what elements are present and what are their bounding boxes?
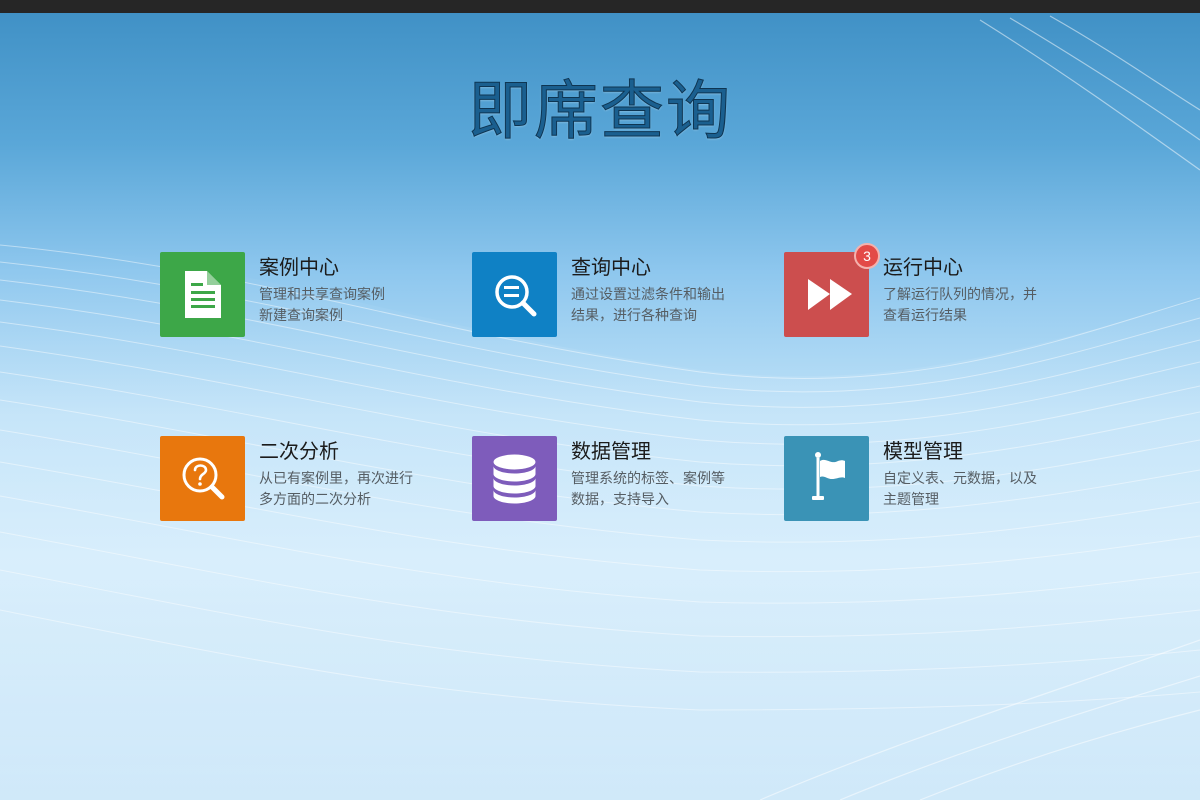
secondary-analysis-tile[interactable] bbox=[160, 436, 245, 521]
search-question-icon bbox=[182, 457, 225, 500]
card-description: 自定义表、元数据，以及 主题管理 bbox=[883, 469, 1063, 511]
card-description-line: 数据，支持导入 bbox=[571, 492, 669, 508]
page-title: 即席查询 bbox=[468, 75, 732, 150]
card-description-line: 查看运行结果 bbox=[883, 308, 967, 324]
notification-badge: 3 bbox=[854, 243, 880, 269]
card-description-line: 结果，进行各种查询 bbox=[571, 308, 697, 324]
search-list-icon bbox=[495, 275, 537, 317]
case-center-card[interactable]: 案例中心 管理和共享查询案例 新建查询案例 bbox=[160, 252, 450, 338]
database-icon bbox=[493, 454, 536, 504]
card-title: 二次分析 bbox=[259, 439, 339, 463]
card-description-line: 自定义表、元数据，以及 bbox=[883, 471, 1037, 487]
run-center-card[interactable]: 3 运行中心 了解运行队列的情况，并 查看运行结果 bbox=[784, 243, 1074, 338]
run-center-tile[interactable] bbox=[784, 252, 869, 337]
model-management-tile[interactable] bbox=[784, 436, 869, 521]
card-description: 管理系统的标签、案例等 数据，支持导入 bbox=[571, 469, 751, 511]
data-management-card[interactable]: 数据管理 管理系统的标签、案例等 数据，支持导入 bbox=[472, 436, 762, 522]
card-title: 数据管理 bbox=[571, 439, 651, 463]
card-title: 案例中心 bbox=[259, 255, 339, 279]
fast-forward-icon bbox=[808, 279, 852, 310]
card-description-line: 管理系统的标签、案例等 bbox=[571, 471, 725, 487]
card-description: 从已有案例里，再次进行 多方面的二次分析 bbox=[259, 469, 439, 511]
app-window: 即席查询 案例中心 管理和共享查询案例 新建查询案例 查询中心 通过设置过滤条件… bbox=[0, 0, 1200, 800]
case-center-tile[interactable] bbox=[160, 252, 245, 337]
model-management-card[interactable]: 模型管理 自定义表、元数据，以及 主题管理 bbox=[784, 436, 1074, 522]
card-description-line: 了解运行队列的情况，并 bbox=[883, 287, 1037, 303]
card-description-line: 新建查询案例 bbox=[259, 308, 343, 324]
secondary-analysis-card[interactable]: 二次分析 从已有案例里，再次进行 多方面的二次分析 bbox=[160, 436, 450, 522]
card-title: 查询中心 bbox=[571, 255, 651, 279]
card-title: 模型管理 bbox=[883, 439, 963, 463]
card-title: 运行中心 bbox=[883, 255, 963, 279]
card-description-line: 从已有案例里，再次进行 bbox=[259, 471, 413, 487]
query-center-tile[interactable] bbox=[472, 252, 557, 337]
card-description: 了解运行队列的情况，并 查看运行结果 bbox=[883, 285, 1063, 327]
document-icon bbox=[185, 271, 221, 318]
card-description-line: 多方面的二次分析 bbox=[259, 492, 371, 508]
query-center-card[interactable]: 查询中心 通过设置过滤条件和输出 结果，进行各种查询 bbox=[472, 252, 762, 338]
card-description: 管理和共享查询案例 新建查询案例 bbox=[259, 285, 439, 327]
flag-icon bbox=[812, 452, 845, 500]
card-description-line: 主题管理 bbox=[883, 492, 939, 508]
data-management-tile[interactable] bbox=[472, 436, 557, 521]
card-description: 通过设置过滤条件和输出 结果，进行各种查询 bbox=[571, 285, 751, 327]
card-description-line: 管理和共享查询案例 bbox=[259, 287, 385, 303]
card-description-line: 通过设置过滤条件和输出 bbox=[571, 287, 725, 303]
